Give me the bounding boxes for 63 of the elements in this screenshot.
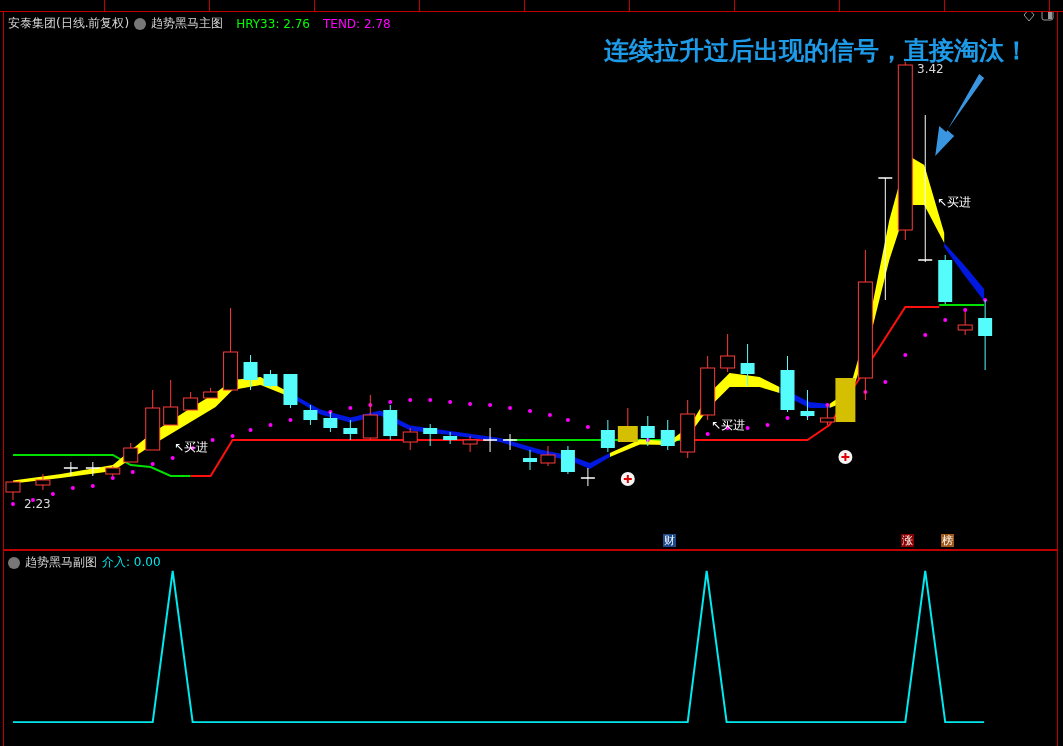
candlestick <box>362 394 378 441</box>
candlestick <box>85 461 101 477</box>
candlestick <box>523 449 537 471</box>
dropdown-icon[interactable] <box>8 556 20 569</box>
plus-icon <box>620 472 635 486</box>
candlestick <box>617 407 638 443</box>
candlestick <box>443 431 458 445</box>
headline: 连续拉升过后出现的信号，直接淘汰！ <box>604 36 1029 65</box>
candlestick <box>123 442 139 463</box>
candlestick <box>283 373 298 409</box>
candlestick <box>978 299 993 371</box>
candlestick <box>740 343 755 387</box>
candlestick <box>343 419 358 441</box>
candlestick <box>540 445 556 467</box>
stock-title: 安泰集团(日线.前复权) <box>8 15 130 32</box>
candlestick <box>35 473 51 491</box>
candlestick <box>780 355 795 413</box>
candlestick <box>640 415 655 447</box>
indicator-title: 趋势黑马主图 <box>151 15 224 32</box>
candlestick <box>323 411 338 433</box>
candlestick <box>163 379 179 426</box>
candlestick <box>800 389 815 421</box>
event-badge[interactable]: 涨 <box>901 534 914 547</box>
panel-toggle-icon <box>1041 12 1054 21</box>
buy-signal-label: ↖买进 <box>711 417 746 434</box>
indicator-value: TEND: 2.78 <box>322 16 391 31</box>
candlestick <box>938 254 953 305</box>
candlestick <box>720 333 736 373</box>
arrow-icon <box>935 74 985 156</box>
candlestick <box>5 481 21 501</box>
candlestick <box>145 389 161 451</box>
sub-indicator-title: 趋势黑马副图 <box>25 554 97 571</box>
candlestick <box>560 445 575 475</box>
high-price-label: 3.42 <box>917 62 944 76</box>
diamond-icon <box>1023 12 1035 22</box>
candlestick <box>183 391 199 411</box>
candlestick <box>680 399 696 459</box>
candlestick <box>402 427 418 451</box>
candlestick <box>660 419 675 451</box>
candlestick <box>263 369 278 389</box>
candlestick <box>957 311 973 336</box>
candlestick <box>105 465 121 477</box>
candlestick <box>700 355 716 421</box>
low-price-label: 2.23 <box>24 497 51 511</box>
dropdown-icon[interactable] <box>134 17 147 30</box>
event-badge[interactable]: 榜 <box>941 534 954 547</box>
candlestick <box>243 354 258 391</box>
candlestick <box>423 423 438 447</box>
candlestick <box>303 404 318 426</box>
indicator-value: HRY33: 2.76 <box>236 16 310 31</box>
candlestick <box>63 461 79 477</box>
candlestick <box>482 427 498 453</box>
candlestick <box>383 404 398 441</box>
candlestick <box>600 419 615 453</box>
buy-signal-label: ↖买进 <box>937 194 972 211</box>
event-badge[interactable]: 财 <box>663 534 676 547</box>
candlestick <box>580 467 596 487</box>
plus-icon <box>838 450 853 464</box>
candlestick <box>203 387 219 399</box>
buy-signal-label: ↖买进 <box>174 439 209 456</box>
candlestick <box>462 435 478 453</box>
candlestick <box>502 433 518 451</box>
entry-value: 介入: 0.00 <box>102 554 161 571</box>
